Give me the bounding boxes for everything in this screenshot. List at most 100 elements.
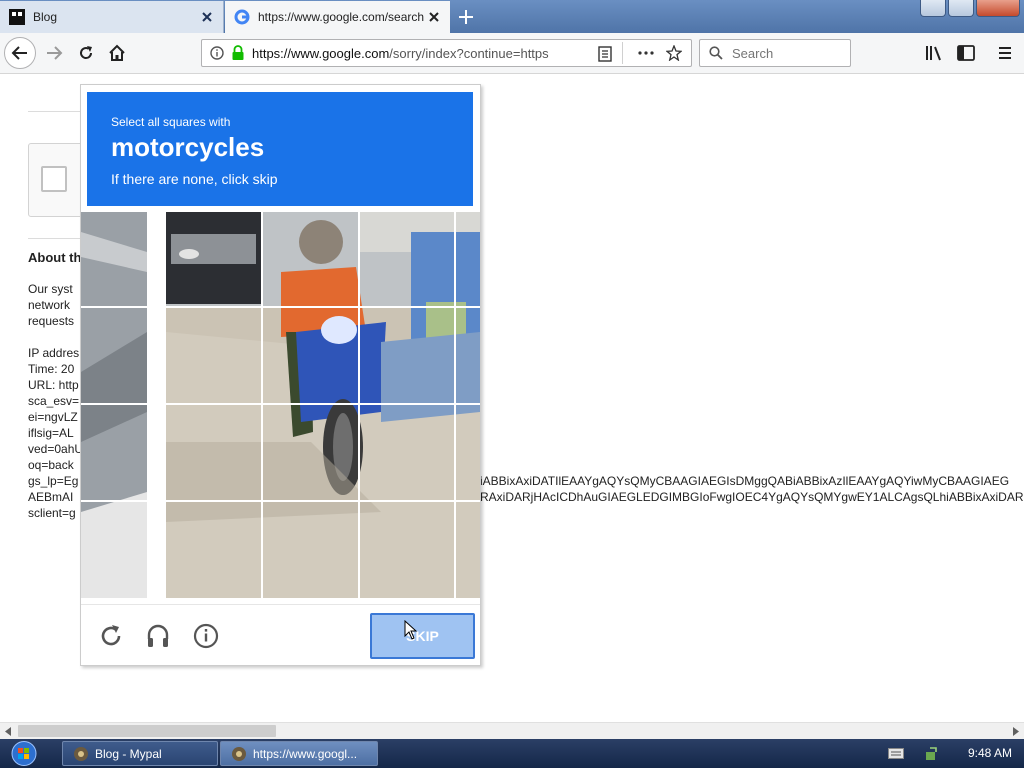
close-tab-icon[interactable] xyxy=(426,9,442,25)
image-tile[interactable] xyxy=(81,212,166,308)
image-tile[interactable] xyxy=(263,502,360,598)
page-text-line: URL: http xyxy=(28,378,79,392)
url-text: https://www.google.com/sorry/index?conti… xyxy=(252,46,549,61)
challenge-subtext: If there are none, click skip xyxy=(111,171,278,187)
search-input[interactable] xyxy=(730,45,844,62)
image-tile[interactable] xyxy=(263,308,360,405)
home-button[interactable] xyxy=(101,37,133,69)
page-text-line: oq=back xyxy=(28,458,74,472)
mouse-cursor-icon xyxy=(404,620,418,640)
forward-arrow-icon xyxy=(47,46,63,60)
image-tile[interactable] xyxy=(81,308,166,405)
about-heading: About th xyxy=(28,250,82,265)
library-icon[interactable] xyxy=(925,45,943,61)
lock-icon xyxy=(232,45,244,60)
tab-blog[interactable]: Blog xyxy=(0,1,224,33)
page-text-line: Time: 20 xyxy=(28,362,75,376)
start-button-icon[interactable] xyxy=(6,740,42,767)
page-text-line: Our syst xyxy=(28,282,73,296)
challenge-target: motorcycles xyxy=(111,132,265,162)
page-text-line: ei=ngvLZ xyxy=(28,410,78,424)
scroll-right-arrow-icon[interactable] xyxy=(1012,727,1020,736)
address-bar[interactable]: https://www.google.com/sorry/index?conti… xyxy=(201,39,692,67)
image-tile[interactable] xyxy=(263,212,360,308)
close-tab-icon[interactable] xyxy=(199,9,215,25)
page-text-line: iABBixAxiDATIlEAAYgAQYsQMyCBAAGIAEGIsDMg… xyxy=(480,474,1010,488)
image-tile[interactable] xyxy=(456,212,480,308)
image-tile[interactable] xyxy=(456,308,480,405)
recaptcha-challenge: Select all squares with motorcycles If t… xyxy=(80,84,481,666)
taskbar-item-google[interactable]: https://www.googl... xyxy=(220,741,378,766)
image-tile[interactable] xyxy=(456,405,480,502)
challenge-image-grid xyxy=(81,212,480,598)
image-tile[interactable] xyxy=(360,405,456,502)
reload-challenge-icon[interactable] xyxy=(97,622,125,650)
site-info-icon[interactable] xyxy=(210,46,224,60)
image-tile[interactable] xyxy=(166,405,263,502)
page-text-line: ved=0ahU xyxy=(28,442,84,456)
clock[interactable]: 9:48 AM xyxy=(968,746,1012,760)
image-tile[interactable] xyxy=(166,502,263,598)
page-text-line: gs_lp=Eg xyxy=(28,474,79,488)
image-tile[interactable] xyxy=(360,308,456,405)
mypal-app-icon xyxy=(232,746,246,761)
bookmark-star-icon[interactable] xyxy=(666,45,682,61)
navigation-toolbar: https://www.google.com/sorry/index?conti… xyxy=(0,33,1024,74)
skip-button[interactable]: SKIP xyxy=(370,613,475,659)
taskbar-item-label: https://www.googl... xyxy=(253,746,358,761)
challenge-instruction: Select all squares with xyxy=(111,115,231,129)
image-tile[interactable] xyxy=(263,405,360,502)
taskbar-item-label: Blog - Mypal xyxy=(95,746,162,761)
reader-view-icon[interactable] xyxy=(598,46,612,62)
page-text-line: iflsig=AL xyxy=(28,426,74,440)
scroll-left-arrow-icon[interactable] xyxy=(4,727,12,736)
keyboard-icon[interactable] xyxy=(888,748,904,759)
home-icon xyxy=(109,44,125,61)
window-controls xyxy=(920,0,1020,17)
maximize-button[interactable] xyxy=(948,0,974,17)
recaptcha-checkbox[interactable] xyxy=(41,166,67,192)
page-text-line: AEBmAI xyxy=(28,490,74,504)
divider xyxy=(28,238,88,239)
image-tile[interactable] xyxy=(456,502,480,598)
image-tile[interactable] xyxy=(81,405,166,502)
close-window-button[interactable] xyxy=(976,0,1020,17)
google-favicon-icon xyxy=(234,9,250,25)
page-actions-icon[interactable] xyxy=(638,51,654,55)
page-text-line: RAxiDARjHAcICDhAuGIAEGLEDGIMBGIoFwgIOEC4… xyxy=(480,490,1024,504)
tab-google-label: https://www.google.com/search xyxy=(258,10,425,24)
minimize-button[interactable] xyxy=(920,0,946,17)
network-icon[interactable] xyxy=(924,746,940,762)
page-text-line: network xyxy=(28,298,71,312)
image-tile[interactable] xyxy=(360,212,456,308)
taskbar: Blog - Mypal https://www.googl... 9:48 A… xyxy=(0,739,1024,768)
menu-icon[interactable] xyxy=(997,46,1013,60)
image-tile[interactable] xyxy=(360,502,456,598)
info-icon[interactable] xyxy=(192,622,220,650)
tab-google-search[interactable]: https://www.google.com/search xyxy=(225,1,450,33)
page-text-line: sclient=g xyxy=(28,506,76,520)
scrollbar-thumb[interactable] xyxy=(18,725,276,737)
image-tile[interactable] xyxy=(166,212,263,308)
reload-button[interactable] xyxy=(70,37,102,69)
page-text-line: sca_esv= xyxy=(28,394,80,408)
tab-strip: Blog https://www.google.com/search xyxy=(0,0,1024,33)
audio-challenge-icon[interactable] xyxy=(144,622,172,650)
taskbar-item-blog[interactable]: Blog - Mypal xyxy=(62,741,218,766)
reload-icon xyxy=(80,46,93,59)
forward-button[interactable] xyxy=(38,37,70,69)
horizontal-scrollbar[interactable] xyxy=(0,722,1024,740)
search-icon xyxy=(709,46,723,60)
challenge-footer: SKIP xyxy=(81,604,480,667)
search-bar[interactable] xyxy=(699,39,851,67)
sidebar-icon[interactable] xyxy=(957,45,975,61)
new-tab-plus-icon[interactable] xyxy=(456,7,476,27)
tab-blog-label: Blog xyxy=(33,10,58,24)
challenge-header: Select all squares with motorcycles If t… xyxy=(87,92,473,206)
back-button[interactable] xyxy=(4,37,36,69)
blog-favicon-icon xyxy=(9,9,25,25)
image-tile[interactable] xyxy=(81,502,166,598)
back-arrow-icon xyxy=(11,46,27,60)
image-tile[interactable] xyxy=(166,308,263,405)
page-text-line: IP addres xyxy=(28,346,80,360)
